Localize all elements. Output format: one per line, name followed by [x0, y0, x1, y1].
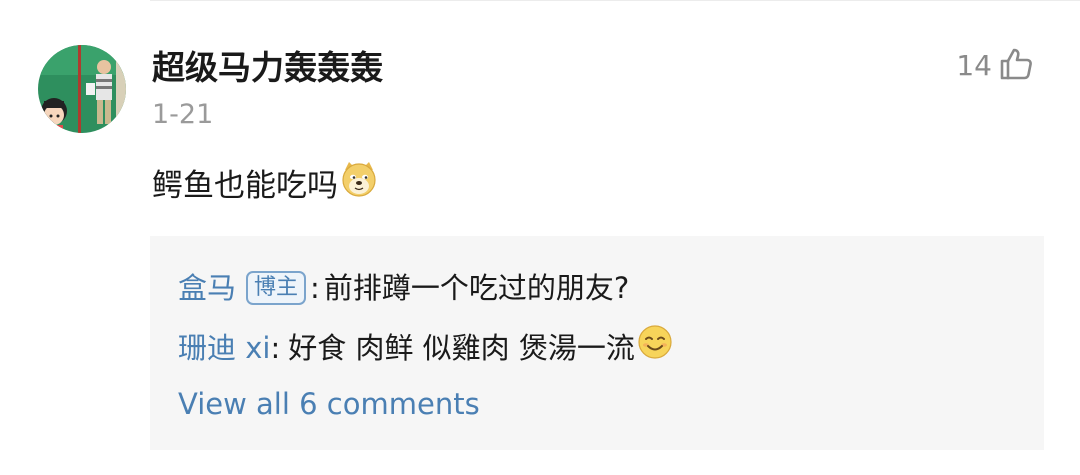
comment-body: 鳄鱼也能吃吗	[152, 168, 338, 204]
top-divider	[150, 0, 1080, 1]
comment-date: 1-21	[152, 99, 214, 130]
avatar[interactable]	[38, 45, 126, 133]
reply-separator: :	[310, 271, 320, 305]
view-all-comments-link[interactable]: View all 6 comments	[178, 382, 480, 426]
reply-item[interactable]: 珊迪 xi : 好食 肉鲜 似雞肉 煲湯一流	[178, 324, 673, 372]
smile-squint-emoji-icon	[637, 324, 673, 372]
reply-separator: :	[270, 331, 281, 365]
reply-author[interactable]: 珊迪 xi	[178, 326, 270, 370]
reply-text: 好食 肉鲜 似雞肉 煲湯一流	[288, 331, 635, 365]
comment-text: 鳄鱼也能吃吗	[152, 160, 378, 212]
reply-item[interactable]: 盒马 博主 : 前排蹲一个吃过的朋友?	[178, 266, 629, 310]
reply-author[interactable]: 盒马	[178, 266, 236, 310]
reply-text: 前排蹲一个吃过的朋友?	[323, 271, 630, 305]
like-button[interactable]: 14	[956, 46, 1034, 86]
reply-box: 盒马 博主 : 前排蹲一个吃过的朋友? 珊迪 xi : 好食 肉鲜 似雞肉 煲湯…	[150, 236, 1044, 450]
doge-emoji-icon	[340, 160, 378, 212]
thumbs-up-icon	[998, 46, 1034, 86]
author-badge: 博主	[246, 271, 307, 305]
username[interactable]: 超级马力轰轰轰	[152, 48, 383, 88]
like-count: 14	[956, 49, 992, 82]
